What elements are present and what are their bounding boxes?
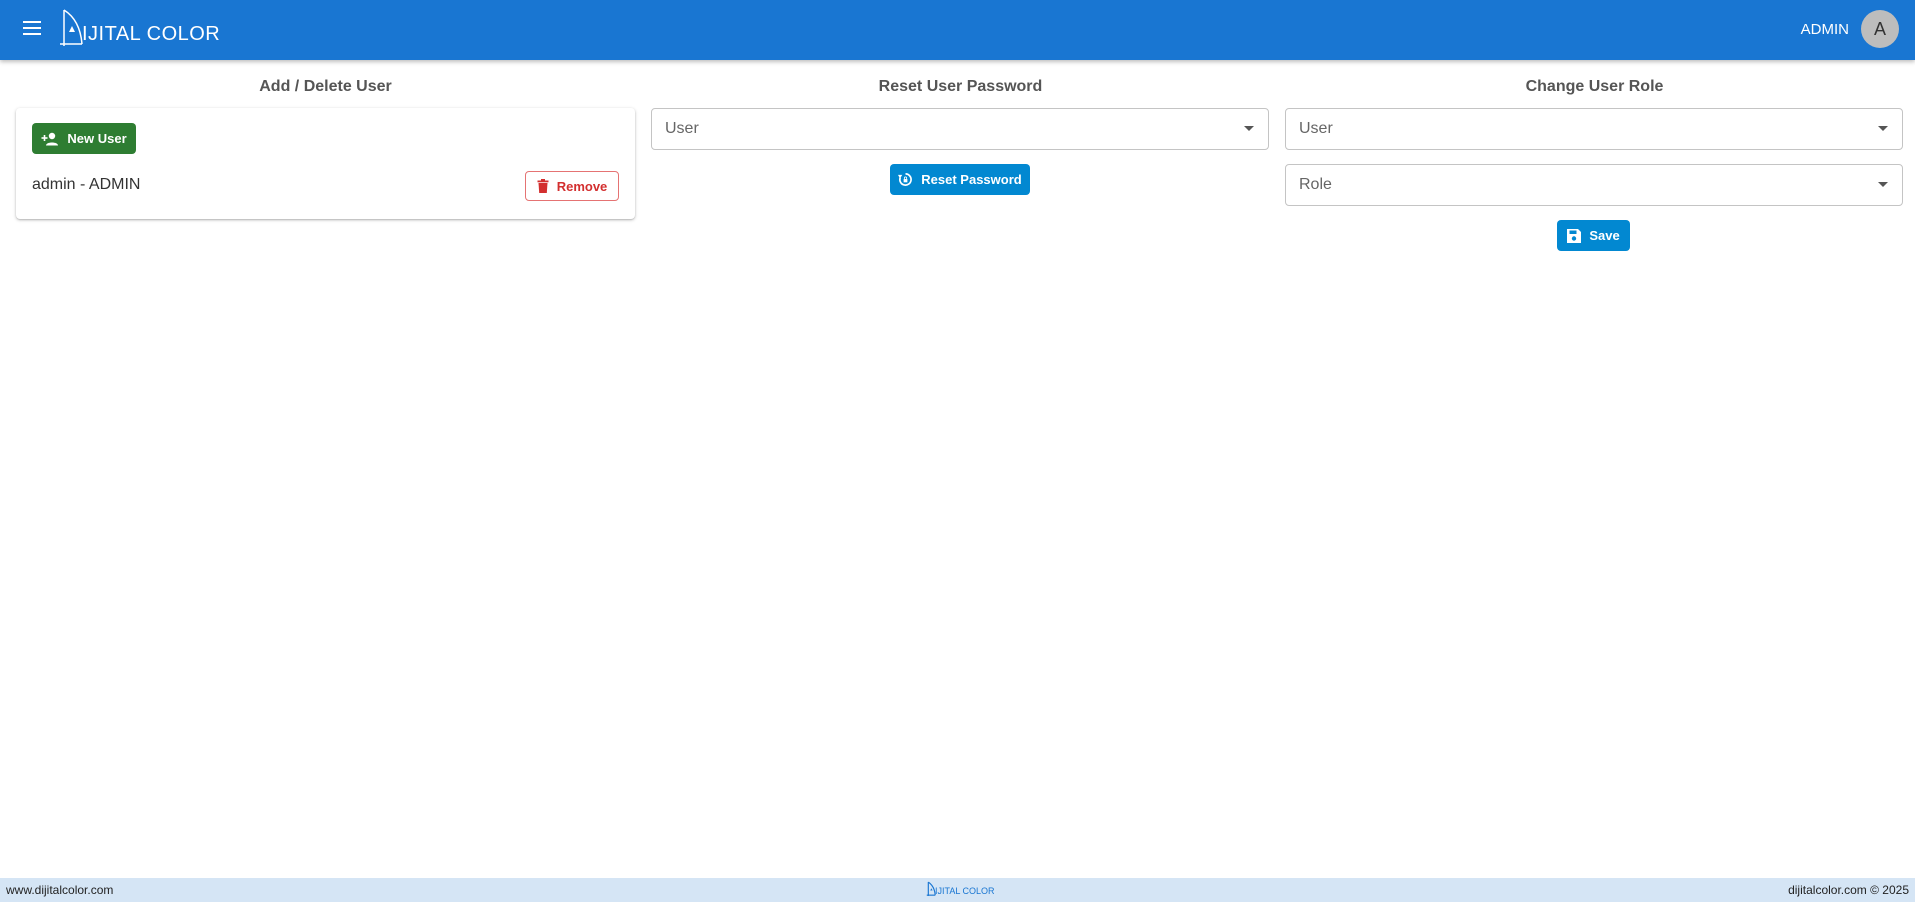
logo: IJITAL COLOR — [58, 8, 220, 48]
role-user-select[interactable]: User — [1285, 108, 1903, 150]
role-select[interactable]: Role — [1285, 164, 1903, 206]
chevron-down-icon — [1878, 182, 1888, 187]
role-select-label: Role — [1299, 176, 1332, 193]
save-icon — [1567, 228, 1582, 243]
footer-logo: IJITAL COLOR — [926, 881, 995, 897]
reset-user-select-label: User — [665, 120, 699, 137]
user-list-item: admin - ADMIN — [32, 176, 141, 193]
footer-website-link[interactable]: www.dijitalcolor.com — [6, 883, 113, 897]
reset-password-button[interactable]: Reset Password — [890, 164, 1030, 195]
footer-logo-text: IJITAL COLOR — [935, 886, 995, 896]
lock-reset-icon — [898, 173, 913, 186]
user-name: ADMIN — [1800, 20, 1849, 38]
avatar-letter: A — [1873, 18, 1886, 39]
user-list-card: New User admin - ADMIN Remove — [16, 108, 635, 219]
change-role-title: Change User Role — [1525, 78, 1664, 95]
chevron-down-icon — [1878, 126, 1888, 131]
new-user-button[interactable]: New User — [32, 123, 136, 154]
save-label: Save — [1589, 228, 1620, 243]
save-button[interactable]: Save — [1557, 220, 1630, 251]
remove-user-button[interactable]: Remove — [525, 171, 619, 201]
footer: www.dijitalcolor.com IJITAL COLOR dijita… — [0, 878, 1915, 902]
trash-icon — [537, 179, 549, 193]
menu-icon[interactable] — [20, 16, 44, 40]
remove-label: Remove — [556, 178, 608, 194]
person-add-icon — [41, 132, 59, 145]
role-user-select-label: User — [1299, 120, 1333, 137]
footer-copyright: dijitalcolor.com © 2025 — [1788, 883, 1909, 897]
reset-password-title: Reset User Password — [878, 78, 1043, 95]
new-user-label: New User — [67, 131, 127, 146]
add-delete-user-title: Add / Delete User — [259, 78, 392, 95]
logo-mark-icon — [60, 9, 83, 46]
logo-text: IJITAL COLOR — [82, 23, 221, 45]
app-bar: IJITAL COLOR ADMIN A — [0, 0, 1915, 60]
user-area: ADMIN A — [1801, 10, 1899, 48]
avatar[interactable]: A — [1861, 10, 1899, 48]
chevron-down-icon — [1244, 126, 1254, 131]
reset-user-select[interactable]: User — [651, 108, 1269, 150]
reset-password-label: Reset Password — [921, 172, 1022, 187]
